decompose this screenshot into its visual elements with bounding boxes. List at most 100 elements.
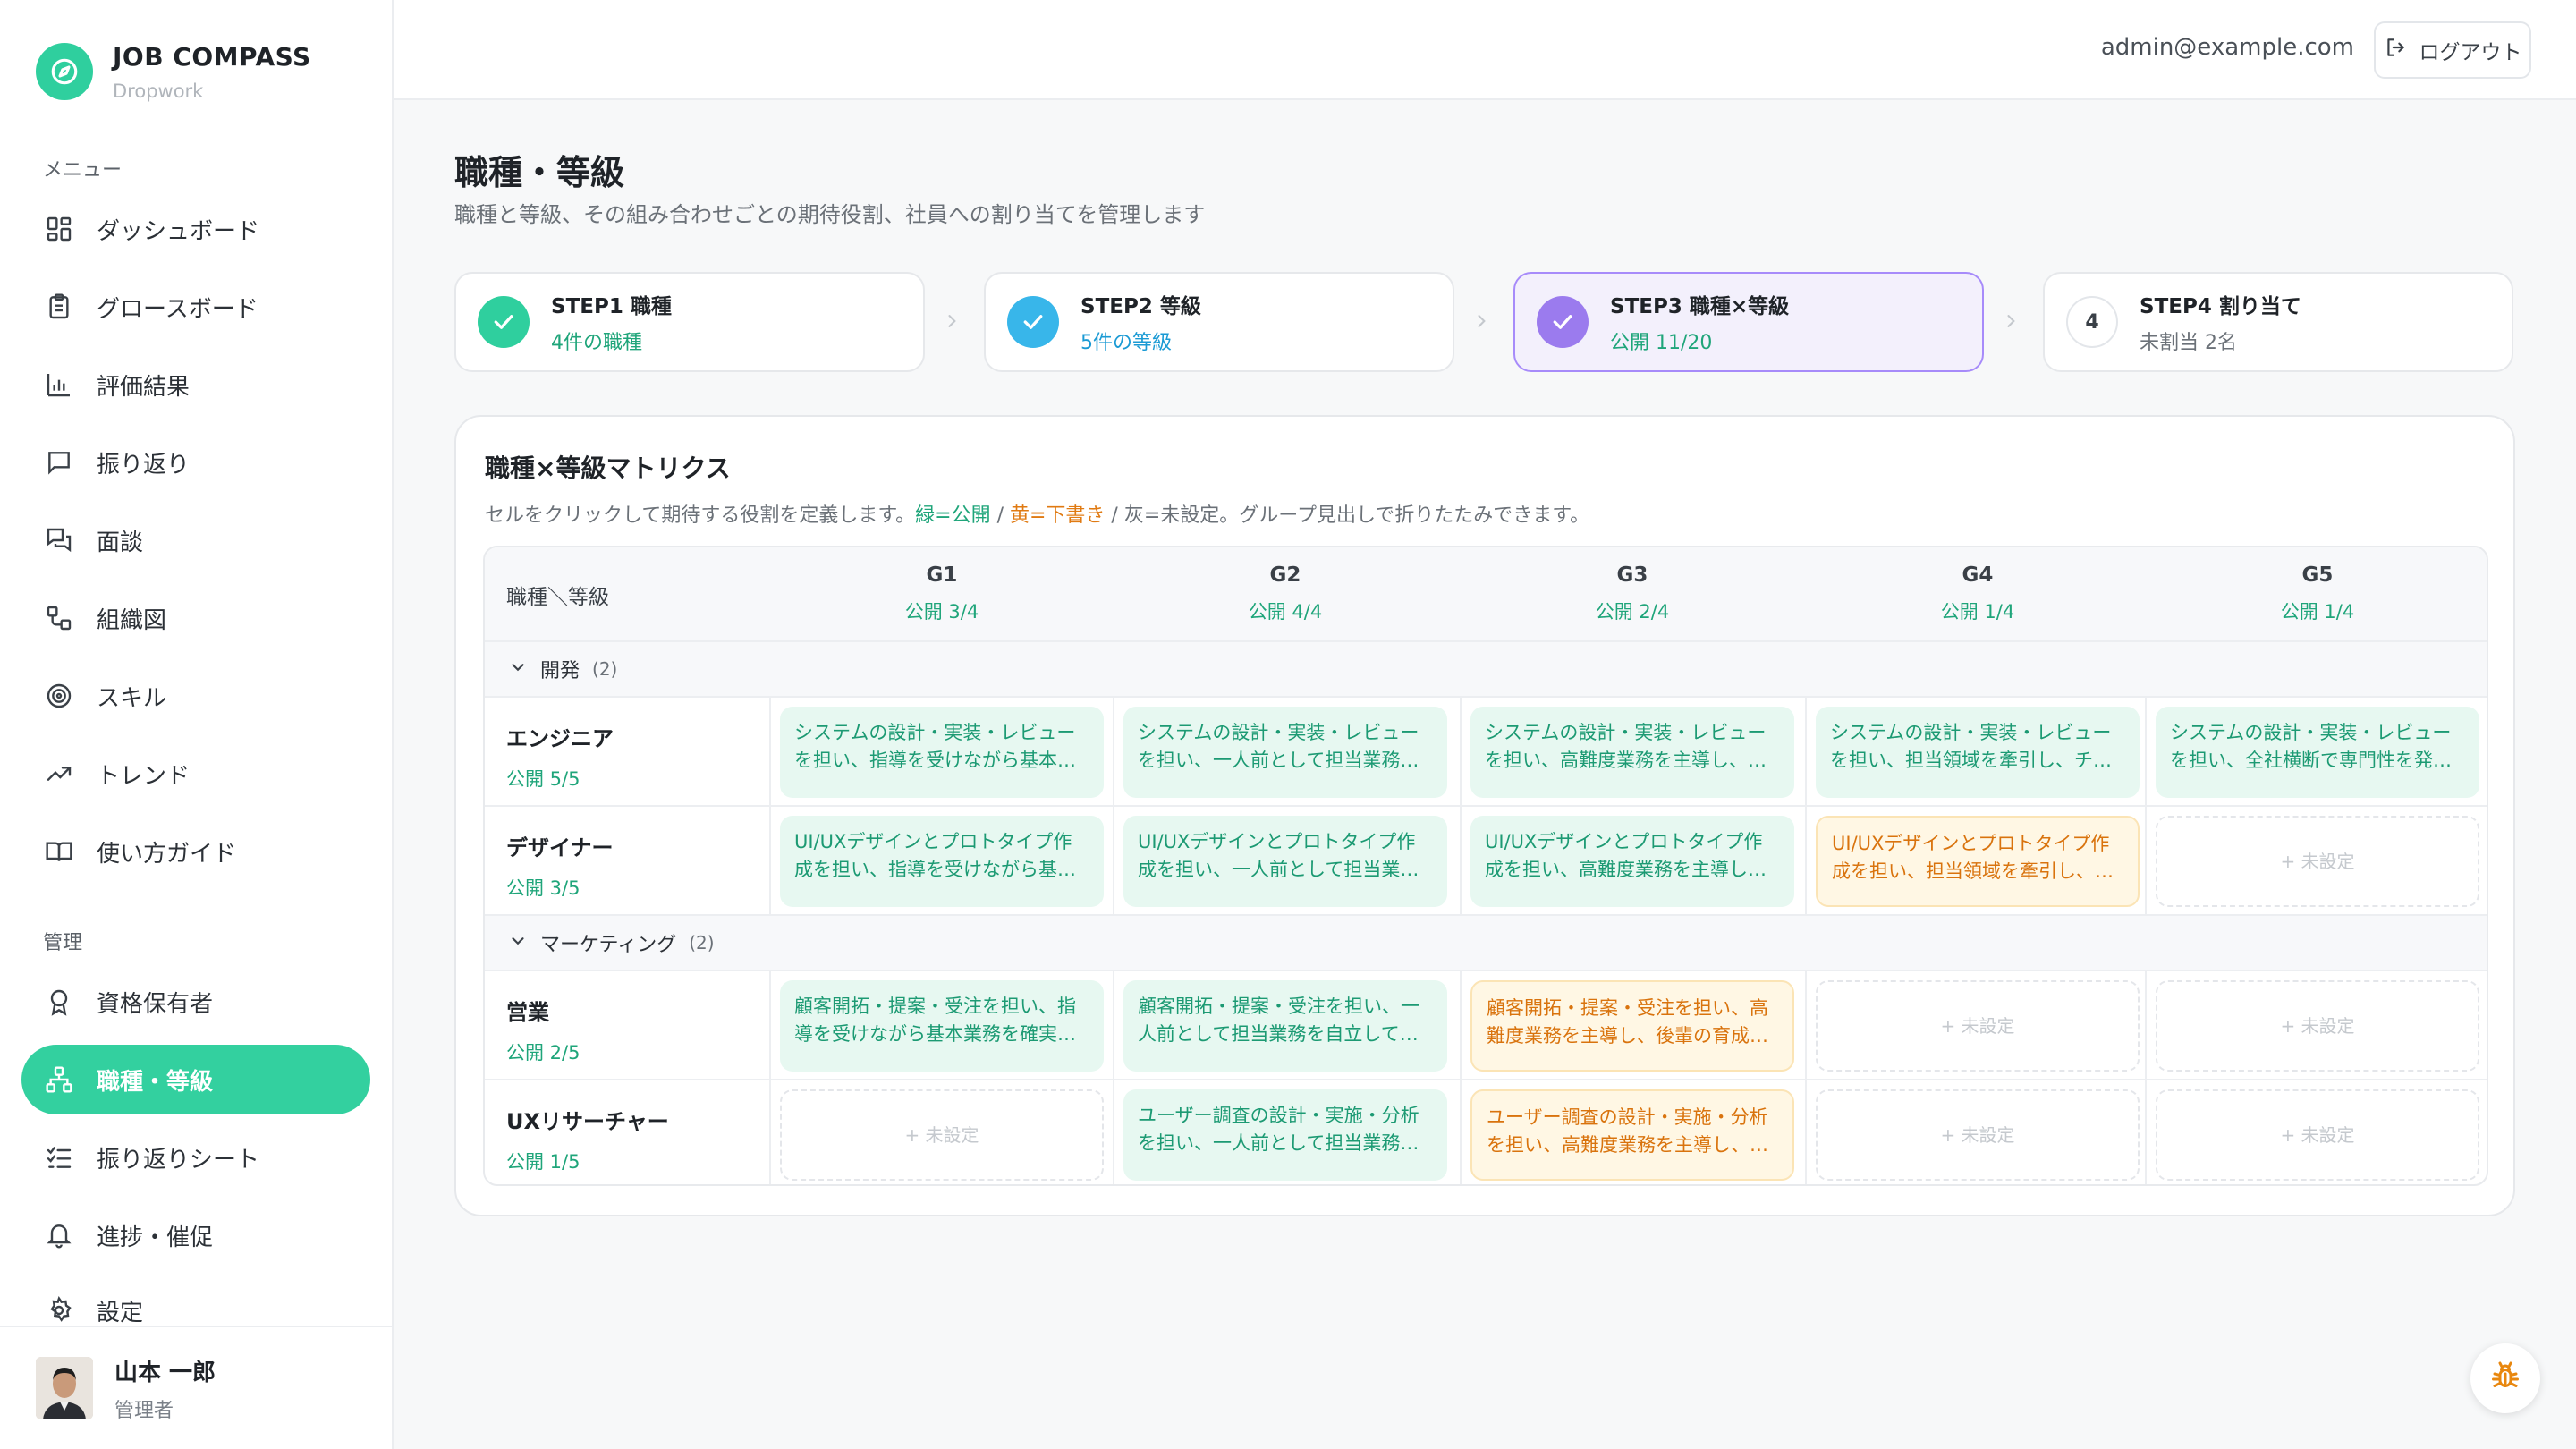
check-icon [1007, 296, 1059, 348]
bug-icon [2489, 1360, 2521, 1396]
column-divider [1113, 971, 1114, 1079]
matrix-cell-draft[interactable]: ユーザー調査の設計・実施・分析を担い、高難度業務を主導し、後輩の育成にも貢献する [1470, 1089, 1794, 1181]
matrix-cell-pub[interactable]: システムの設計・実装・レビューを担い、指導を受けながら基本業務を確実にこなす [780, 707, 1104, 798]
role-row: 営業公開 2/5 顧客開拓・提案・受注を担い、指導を受けながら基本業務を確実にこな… [485, 971, 2487, 1080]
matrix-corner-label: 職種＼等級 [506, 586, 609, 609]
sidebar-item-label: ダッシュボード [97, 217, 260, 245]
column-divider [1460, 698, 1462, 805]
column-divider [1805, 1080, 1807, 1184]
matrix-cell-pub[interactable]: システムの設計・実装・レビューを担い、高難度業務を主導し、後輩の育成にも貢献する [1470, 707, 1794, 798]
grade-label: G3 [1616, 564, 1648, 587]
clipboard-icon [43, 291, 75, 323]
matrix-cell-pub[interactable]: UI/UXデザインとプロトタイプ作成を担い、高難度業務を主導し、後輩の育成にも貢… [1470, 816, 1794, 907]
column-divider [1113, 1080, 1114, 1184]
sidebar-item-evaluation[interactable]: 評価結果 [21, 350, 370, 419]
brand[interactable]: JOB COMPASS Dropwork [36, 41, 311, 102]
bug-report-button[interactable] [2470, 1343, 2540, 1413]
sidebar: JOB COMPASS Dropwork メニュー ダッシュボード グロースボー… [0, 0, 394, 1449]
sidebar-item-reflection-sheet[interactable]: 振り返りシート [21, 1123, 370, 1192]
dashboard-icon [43, 213, 75, 245]
step-3[interactable]: STEP3 職種×等級 公開 11/20 [1513, 272, 1984, 372]
cell-text: 顧客開拓・提案・受注を担い、高難度業務を主導し、後輩の育成にも貢献する [1487, 997, 1768, 1046]
matrix-cell-empty[interactable]: + 未設定 [1816, 980, 2140, 1072]
sidebar-item-skill[interactable]: スキル [21, 661, 370, 731]
matrix-cell-draft[interactable]: 顧客開拓・提案・受注を担い、高難度業務を主導し、後輩の育成にも貢献する [1470, 980, 1794, 1072]
sidebar-item-trend[interactable]: トレンド [21, 739, 370, 809]
matrix-cell-pub[interactable]: システムの設計・実装・レビューを担い、全社横断で専門性を発揮し、戦略を推進する [2156, 707, 2479, 798]
matrix-cell-pub[interactable]: UI/UXデザインとプロトタイプ作成を担い、一人前として担当業務を自立して遂行す… [1123, 816, 1447, 907]
menu-section-label: メニュー [43, 159, 123, 182]
check-icon [1537, 296, 1589, 348]
role-label: エンジニア 公開 5/5 [506, 721, 614, 792]
column-divider [2145, 971, 2147, 1079]
grade-published-count: 公開 1/4 [1940, 601, 2015, 623]
cell-text: + 未設定 [1940, 1123, 2015, 1146]
sidebar-item-progress[interactable]: 進捗・催促 [21, 1200, 370, 1270]
matrix-cell-empty[interactable]: + 未設定 [2156, 1089, 2479, 1181]
cell-text: + 未設定 [2280, 850, 2355, 872]
page-title: 職種・等級 [454, 153, 625, 192]
chevron-right-icon [938, 308, 965, 335]
chevron-right-icon [1468, 308, 1495, 335]
group-header[interactable]: マーケティング (2) [485, 916, 2487, 971]
list-check-icon [43, 1141, 75, 1174]
role-published-count: 公開 2/5 [506, 1042, 580, 1063]
column-divider [769, 807, 771, 914]
cell-text: UI/UXデザインとプロトタイプ作成を担い、高難度業務を主導し、後輩の育成にも貢… [1485, 831, 1767, 880]
chevron-down-icon [508, 931, 528, 954]
step-number: 4 [2066, 296, 2118, 348]
sidebar-item-growth-board[interactable]: グロースボード [21, 272, 370, 342]
step-4[interactable]: 4 STEP4 割り当て 未割当 2名 [2043, 272, 2513, 372]
sidebar-item-label: 振り返りシート [97, 1146, 260, 1174]
role-label: デザイナー 公開 3/5 [506, 830, 614, 901]
sidebar-item-job-grade[interactable]: 職種・等級 [21, 1045, 370, 1114]
step-2[interactable]: STEP2 等級 5件の等級 [984, 272, 1454, 372]
step-1[interactable]: STEP1 職種 4件の職種 [454, 272, 925, 372]
grade-label: G2 [1269, 564, 1301, 587]
column-divider [769, 698, 771, 805]
matrix-cell-draft[interactable]: UI/UXデザインとプロトタイプ作成を担い、担当領域を牽引し、チームの成果に責任… [1816, 816, 2140, 907]
chevron-right-icon [1997, 308, 2024, 335]
role-published-count: 公開 3/5 [506, 877, 580, 899]
matrix-cell-pub[interactable]: システムの設計・実装・レビューを担い、担当領域を牽引し、チームの成果に責任を持つ [1816, 707, 2140, 798]
grade-column-header: G2 公開 4/4 [1114, 564, 1456, 624]
admin-section-label: 管理 [43, 932, 83, 954]
matrix-cell-empty[interactable]: + 未設定 [780, 1089, 1104, 1181]
sidebar-item-reflection[interactable]: 振り返り [21, 428, 370, 497]
matrix-cell-empty[interactable]: + 未設定 [1816, 1089, 2140, 1181]
sidebar-item-label: 資格保有者 [97, 990, 214, 1018]
logout-button[interactable]: ログアウト [2374, 21, 2531, 79]
sidebar-item-certification[interactable]: 資格保有者 [21, 967, 370, 1037]
grade-column-header: G4 公開 1/4 [1807, 564, 2148, 624]
sidebar-item-org-chart[interactable]: 組織図 [21, 583, 370, 653]
step-title: STEP2 等級 [1080, 295, 1201, 318]
matrix-cell-pub[interactable]: 顧客開拓・提案・受注を担い、一人前として担当業務を自立して遂行する [1123, 980, 1447, 1072]
matrix-cell-pub[interactable]: UI/UXデザインとプロトタイプ作成を担い、指導を受けながら基本業務を確実にこな… [780, 816, 1104, 907]
compass-logo-icon [36, 43, 93, 100]
trending-up-icon [43, 758, 75, 790]
column-divider [1460, 971, 1462, 1079]
matrix-cell-empty[interactable]: + 未設定 [2156, 980, 2479, 1072]
matrix-cell-empty[interactable]: + 未設定 [2156, 816, 2479, 907]
matrix-cell-pub[interactable]: 顧客開拓・提案・受注を担い、指導を受けながら基本業務を確実にこなす [780, 980, 1104, 1072]
sidebar-item-interview[interactable]: 面談 [21, 505, 370, 575]
sidebar-item-guide[interactable]: 使い方ガイド [21, 817, 370, 886]
sidebar-item-settings[interactable]: 設定 [21, 1278, 370, 1328]
grade-label: G1 [926, 564, 958, 587]
group-header[interactable]: 開発 (2) [485, 642, 2487, 698]
sidebar-item-label: 使い方ガイド [97, 840, 237, 868]
grade-published-count: 公開 2/4 [1595, 601, 1670, 623]
cell-text: システムの設計・実装・レビューを担い、全社横断で専門性を発揮し、戦略を推進する [2170, 722, 2452, 771]
sidebar-item-label: 面談 [97, 529, 144, 556]
sidebar-item-dashboard[interactable]: ダッシュボード [21, 194, 370, 264]
message-square-icon [43, 446, 75, 479]
chevron-down-icon [508, 657, 528, 681]
user-profile[interactable]: 山本 一郎 管理者 [0, 1326, 394, 1449]
column-divider [1805, 807, 1807, 914]
step-subtitle: 5件の等級 [1080, 332, 1172, 354]
role-row: エンジニア 公開 5/5 システムの設計・実装・レビューを担い、指導を受けながら基本… [485, 698, 2487, 807]
matrix-cell-pub[interactable]: システムの設計・実装・レビューを担い、一人前として担当業務を自立して遂行する [1123, 707, 1447, 798]
avatar [36, 1357, 93, 1419]
matrix-cell-pub[interactable]: ユーザー調査の設計・実施・分析を担い、一人前として担当業務を自立して遂行する [1123, 1089, 1447, 1181]
cell-text: UI/UXデザインとプロトタイプ作成を担い、一人前として担当業務を自立して遂行す… [1138, 831, 1419, 880]
